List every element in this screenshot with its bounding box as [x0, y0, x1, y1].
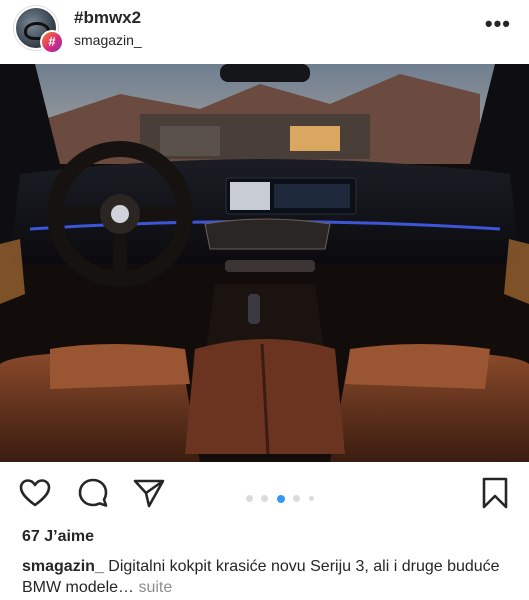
car-interior-illustration: [0, 64, 529, 462]
carousel-indicator: [246, 490, 318, 503]
carousel-dot: [261, 495, 269, 503]
send-icon[interactable]: [132, 476, 166, 510]
carousel-dot-active: [276, 494, 285, 503]
username-link[interactable]: smagazin_: [74, 32, 142, 48]
comment-icon[interactable]: [76, 476, 110, 510]
more-options-icon[interactable]: •••: [485, 13, 511, 35]
carousel-dot: [293, 495, 301, 503]
carousel-dot: [246, 495, 253, 503]
post-caption: smagazin_ Digitalni kokpit krasiće novu …: [22, 556, 517, 598]
hashtag-badge-icon: #: [40, 30, 64, 54]
caption-more-link[interactable]: suite: [138, 579, 172, 596]
post-header: # #bmwx2 smagazin_ •••: [0, 0, 529, 64]
action-bar: [0, 470, 529, 518]
carousel-dot: [308, 496, 314, 502]
heart-icon[interactable]: [18, 476, 52, 510]
likes-count[interactable]: 67 J’aime: [22, 528, 94, 546]
post-image[interactable]: [0, 64, 529, 462]
caption-username[interactable]: smagazin_: [22, 558, 104, 575]
bookmark-icon[interactable]: [478, 476, 512, 510]
hashtag-title[interactable]: #bmwx2: [74, 8, 141, 28]
